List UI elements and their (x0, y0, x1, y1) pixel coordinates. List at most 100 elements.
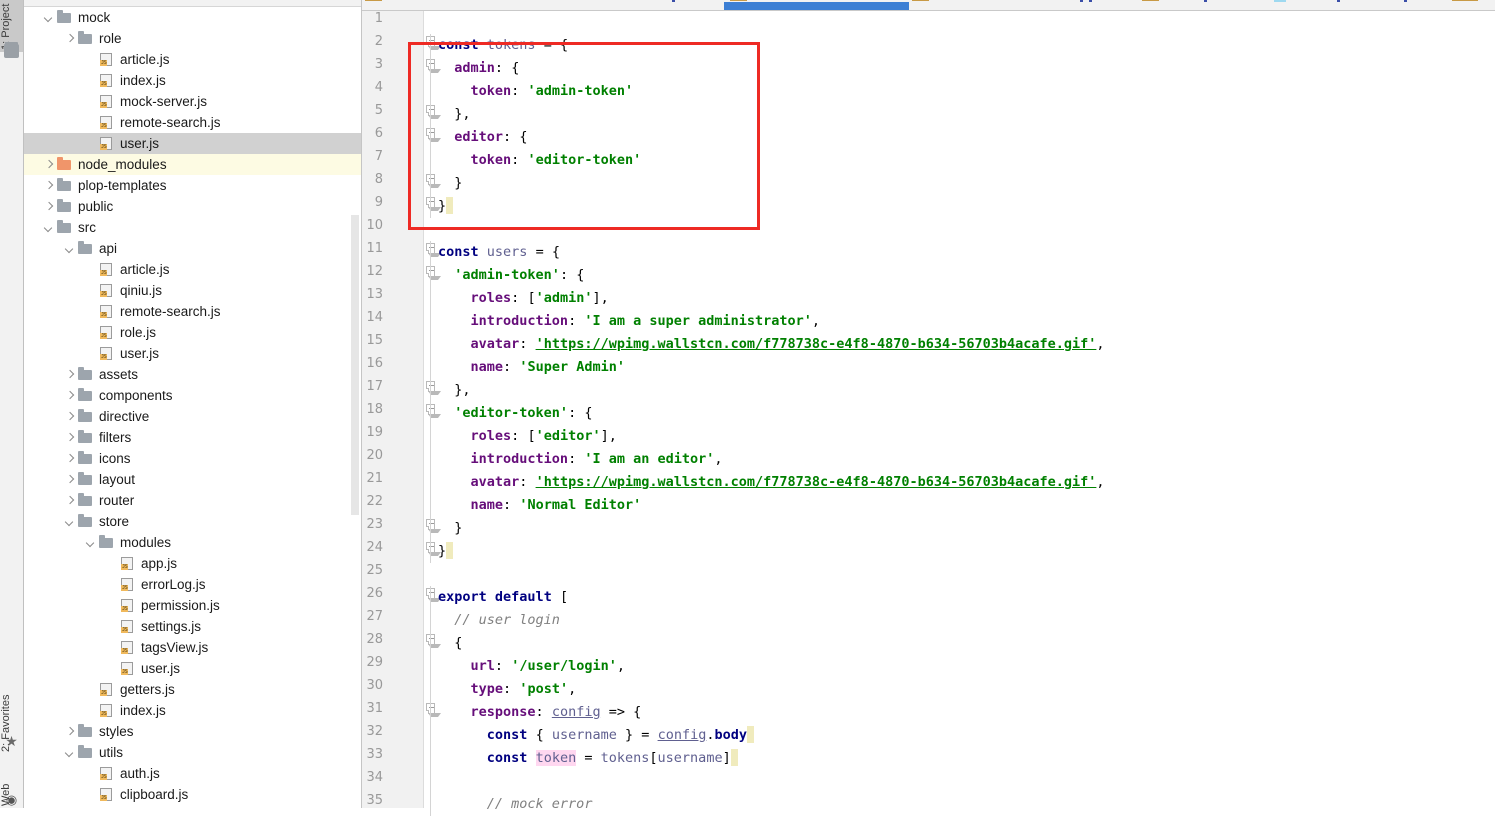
editor-gutter[interactable]: 1 2 3 4 5 6 7 8 9 10 11 12 13 14 15 16 17 18 19 20 21 22 23 24 2… (362, 11, 424, 808)
chevron-right-icon[interactable] (65, 390, 76, 401)
chevron-down-icon[interactable] (65, 516, 76, 527)
fold-marker-icon[interactable] (425, 242, 441, 257)
tree-item-user-js[interactable]: user.js (24, 658, 361, 679)
tree-item-index-js[interactable]: index.js (24, 70, 361, 91)
chevron-right-icon[interactable] (44, 201, 55, 212)
tree-item-api[interactable]: api (24, 238, 361, 259)
code-line-5[interactable]: }, (438, 103, 470, 126)
code-line-28[interactable]: { (438, 632, 462, 655)
fold-marker-icon[interactable] (425, 58, 441, 73)
code-line-13[interactable]: roles: ['admin'], (438, 287, 609, 310)
fold-marker-icon[interactable] (425, 518, 441, 533)
code-line-15[interactable]: avatar: 'https://wpimg.wallstcn.com/f778… (438, 333, 1105, 356)
fold-marker-icon[interactable] (425, 127, 441, 142)
tree-item-plop-templates[interactable]: plop-templates (24, 175, 361, 196)
code-line-23[interactable]: } (438, 517, 462, 540)
code-line-19[interactable]: roles: ['editor'], (438, 425, 617, 448)
tree-item-role[interactable]: role (24, 28, 361, 49)
code-line-11[interactable]: const users = { (438, 241, 560, 264)
editor-tab-icon[interactable] (1337, 0, 1340, 2)
chevron-right-icon[interactable] (65, 33, 76, 44)
tree-item-components[interactable]: components (24, 385, 361, 406)
tree-item-permission-js[interactable]: permission.js (24, 595, 361, 616)
tree-item-app-js[interactable]: app.js (24, 553, 361, 574)
editor-tab-icon[interactable] (365, 0, 382, 1)
tree-item-styles[interactable]: styles (24, 721, 361, 742)
fold-marker-icon[interactable] (425, 380, 441, 395)
chevron-right-icon[interactable] (65, 369, 76, 380)
code-line-6[interactable]: editor: { (438, 126, 527, 149)
code-line-31[interactable]: response: config => { (438, 701, 642, 724)
code-line-3[interactable]: admin: { (438, 57, 519, 80)
tree-item-getters-js[interactable]: getters.js (24, 679, 361, 700)
chevron-down-icon[interactable] (86, 537, 97, 548)
editor-tab-icon-active[interactable] (730, 0, 747, 1)
tree-item-mock-server-js[interactable]: mock-server.js (24, 91, 361, 112)
tree-item-router[interactable]: router (24, 490, 361, 511)
code-line-22[interactable]: name: 'Normal Editor' (438, 494, 642, 517)
code-line-30[interactable]: type: 'post', (438, 678, 577, 701)
editor-tab-strip[interactable] (362, 0, 1495, 11)
tree-item-role-js[interactable]: role.js (24, 322, 361, 343)
chevron-right-icon[interactable] (44, 159, 55, 170)
chevron-right-icon[interactable] (65, 411, 76, 422)
tree-item-errorlog-js[interactable]: errorLog.js (24, 574, 361, 595)
chevron-right-icon[interactable] (65, 726, 76, 737)
fold-marker-icon[interactable] (425, 702, 441, 717)
editor-tab-icon[interactable] (1274, 0, 1286, 2)
code-line-2[interactable]: const tokens = { (438, 34, 568, 57)
editor-tab-icon[interactable] (1080, 0, 1083, 2)
tree-item-tagsview-js[interactable]: tagsView.js (24, 637, 361, 658)
tree-item-qiniu-js[interactable]: qiniu.js (24, 280, 361, 301)
fold-marker-icon[interactable] (425, 104, 441, 119)
tree-item-modules[interactable]: modules (24, 532, 361, 553)
fold-marker-icon[interactable] (425, 587, 441, 602)
tree-item-src[interactable]: src (24, 217, 361, 238)
tree-item-clipboard-js[interactable]: clipboard.js (24, 784, 361, 805)
code-line-27[interactable]: // user login (438, 609, 560, 632)
tree-item-article-js[interactable]: article.js (24, 49, 361, 70)
chevron-down-icon[interactable] (44, 222, 55, 233)
code-folding-column[interactable] (424, 11, 441, 816)
editor-tab-icon[interactable] (672, 0, 675, 2)
code-line-29[interactable]: url: '/user/login', (438, 655, 625, 678)
tree-item-settings-js[interactable]: settings.js (24, 616, 361, 637)
chevron-right-icon[interactable] (65, 495, 76, 506)
tree-item-icons[interactable]: icons (24, 448, 361, 469)
editor-tab-icon[interactable] (1404, 0, 1407, 2)
chevron-down-icon[interactable] (44, 12, 55, 23)
code-line-8[interactable]: } (438, 172, 462, 195)
fold-marker-icon[interactable] (425, 403, 441, 418)
code-content[interactable]: const tokens = { admin: { token: 'admin-… (438, 11, 1495, 812)
tree-item-remote-search-js[interactable]: remote-search.js (24, 112, 361, 133)
tree-item-node-modules[interactable]: node_modules (24, 154, 361, 175)
code-line-9[interactable]: } (438, 195, 454, 218)
tree-item-layout[interactable]: layout (24, 469, 361, 490)
tree-item-directive[interactable]: directive (24, 406, 361, 427)
code-line-26[interactable]: export default [ (438, 586, 568, 609)
fold-marker-icon[interactable] (425, 265, 441, 280)
code-line-24[interactable]: } (438, 540, 454, 563)
code-line-20[interactable]: introduction: 'I am an editor', (438, 448, 723, 471)
chevron-right-icon[interactable] (65, 432, 76, 443)
code-line-21[interactable]: avatar: 'https://wpimg.wallstcn.com/f778… (438, 471, 1105, 494)
tree-item-store[interactable]: store (24, 511, 361, 532)
tree-item-index-js[interactable]: index.js (24, 700, 361, 721)
tree-item-utils[interactable]: utils (24, 742, 361, 763)
code-line-32[interactable]: const { username } = config.body (438, 724, 755, 747)
editor-tab-icon[interactable] (1089, 0, 1092, 2)
tree-item-mock[interactable]: mock (24, 7, 361, 28)
code-line-4[interactable]: token: 'admin-token' (438, 80, 634, 103)
tree-item-user-js[interactable]: user.js (24, 133, 361, 154)
editor-tab-icon[interactable] (912, 0, 929, 1)
tree-item-user-js[interactable]: user.js (24, 343, 361, 364)
code-line-35[interactable]: // mock error (438, 793, 593, 816)
chevron-down-icon[interactable] (65, 243, 76, 254)
tree-item-assets[interactable]: assets (24, 364, 361, 385)
code-line-7[interactable]: token: 'editor-token' (438, 149, 642, 172)
fold-marker-icon[interactable] (425, 196, 441, 211)
code-line-16[interactable]: name: 'Super Admin' (438, 356, 625, 379)
tree-item-auth-js[interactable]: auth.js (24, 763, 361, 784)
editor-tab-icon[interactable] (1204, 0, 1207, 2)
code-line-17[interactable]: }, (438, 379, 470, 402)
